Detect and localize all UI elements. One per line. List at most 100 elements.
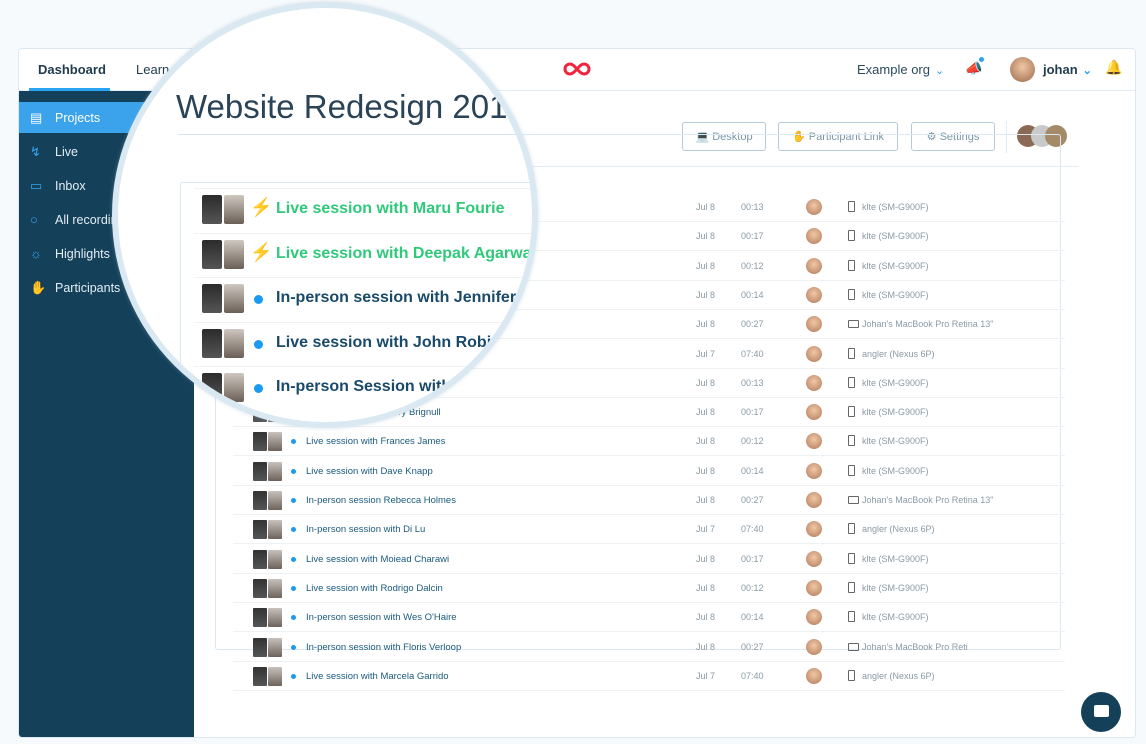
session-duration: 00:13 <box>741 202 764 212</box>
bell-icon[interactable]: 🔔 <box>1105 59 1122 76</box>
circle-icon: ○ <box>30 212 38 227</box>
tab-dashboard[interactable]: Dashboard <box>38 62 106 77</box>
session-duration: 00:14 <box>741 612 764 623</box>
screen-thumbnail <box>253 666 267 686</box>
chat-button[interactable] <box>1081 692 1121 732</box>
status-dot <box>291 527 296 533</box>
phone-icon <box>848 376 855 388</box>
phone-icon <box>848 347 855 359</box>
avatar <box>806 579 822 596</box>
session-title[interactable]: Live session with Maru Fourie <box>276 200 505 218</box>
device-name: angler (Nexus 6P) <box>862 524 935 535</box>
table-row[interactable]: Live session with Rodrigo Dalcin Jul 8 00… <box>233 574 1065 603</box>
session-duration: 07:40 <box>741 524 764 535</box>
camera-thumbnail <box>224 373 244 402</box>
page-title: Website Redesign 201 <box>176 88 508 125</box>
table-row[interactable]: Live session with Dave Knapp Jul 8 00:14 … <box>233 457 1065 486</box>
avatar <box>806 609 822 626</box>
bolt-icon: ⚡ <box>250 197 273 217</box>
status-dot <box>254 295 263 304</box>
table-row[interactable]: In-person session with Floris Verloop Jul… <box>233 633 1065 662</box>
device-name: Johan's MacBook Pro Retina 13" <box>862 319 994 330</box>
session-date: Jul 8 <box>696 260 716 271</box>
divider <box>178 134 532 135</box>
user-avatar[interactable] <box>1010 57 1035 82</box>
status-dot <box>291 439 296 445</box>
sun-icon: ☼ <box>30 246 42 261</box>
session-duration: 00:13 <box>741 377 764 388</box>
status-dot <box>291 615 296 621</box>
laptop-icon <box>848 496 859 504</box>
avatar <box>806 433 822 450</box>
session-title[interactable]: Live session with Dave Knapp <box>306 466 433 477</box>
session-title[interactable]: Live session with Frances James <box>306 436 445 447</box>
avatar <box>806 374 822 391</box>
camera-thumbnail <box>268 432 282 452</box>
magnified-row[interactable]: ⚡ Live session with Maru Fourie <box>194 188 532 232</box>
screen-thumbnail <box>202 284 222 313</box>
screen-thumbnail <box>202 195 222 224</box>
session-date: Jul 8 <box>696 202 716 212</box>
session-title[interactable]: Live session with John Robin <box>276 334 501 352</box>
user-name: johan <box>1043 62 1078 77</box>
device-name: Johan's MacBook Pro Reti <box>862 641 968 652</box>
table-row[interactable]: Live session with Moiead Charawi Jul 8 00… <box>233 545 1065 574</box>
session-duration: 00:27 <box>741 495 764 505</box>
device-name: klte (SM-G900F) <box>862 553 929 564</box>
table-row[interactable]: Live session with Frances James Jul 8 00:… <box>233 427 1065 457</box>
logo-icon[interactable] <box>562 61 592 77</box>
session-title[interactable]: Live session with Moiead Charawi <box>306 554 449 565</box>
magnified-row[interactable]: Live session with John Robin <box>194 321 532 366</box>
device-name: angler (Nexus 6P) <box>862 670 935 681</box>
session-date: Jul 8 <box>696 377 716 388</box>
magnified-row[interactable]: ⚡ Live session with Deepak Agarwal <box>194 232 532 277</box>
session-title[interactable]: In-person session with Di Lu <box>306 524 425 535</box>
camera-thumbnail <box>268 608 282 628</box>
sidebar-item-label: Projects <box>55 111 101 125</box>
screen-thumbnail <box>253 432 267 452</box>
laptop-icon <box>848 642 859 651</box>
session-date: Jul 8 <box>696 289 716 300</box>
table-row[interactable]: In-person session Rebecca Holmes Jul 8 00… <box>233 486 1065 515</box>
status-dot <box>291 673 296 679</box>
phone-icon <box>848 259 855 271</box>
session-duration: 00:12 <box>741 582 764 593</box>
session-date: Jul 8 <box>696 465 716 476</box>
session-title[interactable]: Live session with Rodrigo Dalcin <box>306 583 443 594</box>
status-dot <box>291 468 296 474</box>
user-menu[interactable]: johan ⌄ <box>1043 62 1092 77</box>
session-duration: 07:40 <box>741 670 764 681</box>
phone-icon <box>848 230 855 242</box>
avatar <box>806 462 822 479</box>
screen-thumbnail <box>253 578 267 598</box>
session-title[interactable]: Live session with Deepak Agarwal <box>276 245 532 263</box>
session-title[interactable]: In-person session with Floris Verloop <box>306 642 461 653</box>
device-name: klte (SM-G900F) <box>862 260 929 271</box>
table-row[interactable]: Live session with Marcela Garrido Jul 7 0… <box>233 662 1065 691</box>
magnified-row[interactable]: In-person session with Jennifer <box>194 277 532 321</box>
status-dot <box>291 498 296 503</box>
phone-icon <box>848 552 855 564</box>
session-date: Jul 8 <box>696 495 716 505</box>
session-title[interactable]: In-person Session with <box>276 378 451 396</box>
phone-icon <box>848 201 855 212</box>
screen-thumbnail <box>253 608 267 628</box>
session-title[interactable]: Live session with Marcela Garrido <box>306 671 449 682</box>
table-row[interactable]: In-person session with Wes O'Haire Jul 8 … <box>233 603 1065 633</box>
session-duration: 00:12 <box>741 436 764 447</box>
session-duration: 00:17 <box>741 231 764 242</box>
megaphone-icon[interactable]: 📣 <box>965 60 982 77</box>
session-title[interactable]: In-person session Rebecca Holmes <box>306 495 456 506</box>
camera-thumbnail <box>268 461 282 481</box>
session-title[interactable]: In-person session with Jennifer <box>276 289 516 307</box>
screen-thumbnail <box>202 328 222 358</box>
screen-thumbnail <box>253 637 267 657</box>
status-dot <box>291 644 296 650</box>
table-row[interactable]: In-person session with Di Lu Jul 7 07:40 … <box>233 515 1065 545</box>
session-title[interactable]: In-person session with Wes O'Haire <box>306 612 457 623</box>
camera-thumbnail <box>268 491 282 510</box>
device-name: klte (SM-G900F) <box>862 465 929 476</box>
magnified-row[interactable]: In-person Session with <box>194 366 532 410</box>
bolt-icon: ↯ <box>30 144 41 159</box>
org-switcher[interactable]: Example org ⌄ <box>857 62 944 77</box>
